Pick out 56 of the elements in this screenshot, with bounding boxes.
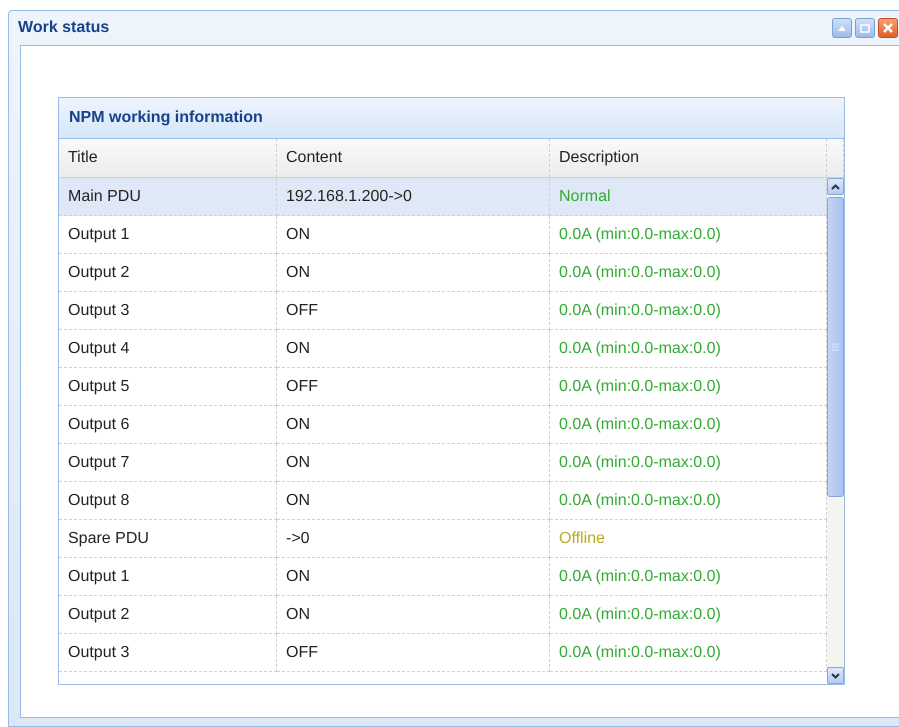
table-row[interactable]: Output 8 ON 0.0A (min:0.0-max:0.0) — [59, 482, 827, 520]
table-row[interactable]: Output 6 ON 0.0A (min:0.0-max:0.0) — [59, 406, 827, 444]
column-header[interactable]: Title — [59, 139, 277, 177]
table-cell: ON — [277, 406, 550, 444]
table-cell: Output 1 — [59, 216, 277, 254]
table-cell: Spare PDU — [59, 520, 277, 558]
table-cell: ->0 — [277, 520, 550, 558]
table-cell: OFF — [277, 634, 550, 672]
panel-title: NPM working information — [59, 98, 844, 139]
close-button[interactable] — [878, 18, 898, 38]
table-cell: ON — [277, 444, 550, 482]
table-cell: ON — [277, 482, 550, 520]
table-row[interactable]: Output 4 ON 0.0A (min:0.0-max:0.0) — [59, 330, 827, 368]
table-cell: ON — [277, 558, 550, 596]
column-header[interactable]: Description — [550, 139, 827, 177]
table-row[interactable]: Main PDU 192.168.1.200->0 Normal — [59, 178, 827, 216]
caret-up-icon — [837, 24, 847, 32]
table-cell: OFF — [277, 292, 550, 330]
maximize-button[interactable] — [855, 18, 875, 38]
table-cell: Output 6 — [59, 406, 277, 444]
scroll-up-button[interactable] — [827, 178, 844, 195]
column-header[interactable]: Content — [277, 139, 550, 177]
table-row[interactable]: Output 1 ON 0.0A (min:0.0-max:0.0) — [59, 558, 827, 596]
table-row[interactable]: Output 3 OFF 0.0A (min:0.0-max:0.0) — [59, 292, 827, 330]
table-cell: ON — [277, 330, 550, 368]
window-title: Work status — [18, 19, 110, 37]
table-row[interactable]: Output 5 OFF 0.0A (min:0.0-max:0.0) — [59, 368, 827, 406]
table-cell: Output 3 — [59, 634, 277, 672]
table-cell: Main PDU — [59, 178, 277, 216]
collapse-button[interactable] — [832, 18, 852, 38]
table-cell: Output 7 — [59, 444, 277, 482]
table-cell: Output 3 — [59, 292, 277, 330]
close-icon — [883, 23, 893, 33]
table-cell: OFF — [277, 368, 550, 406]
chevron-down-icon — [831, 672, 840, 678]
table-cell: ON — [277, 216, 550, 254]
table-row[interactable]: Spare PDU ->0 Offline — [59, 520, 827, 558]
table-row[interactable]: Output 2 ON 0.0A (min:0.0-max:0.0) — [59, 596, 827, 634]
table-row[interactable]: Output 7 ON 0.0A (min:0.0-max:0.0) — [59, 444, 827, 482]
square-icon — [860, 24, 870, 32]
table-cell: Output 5 — [59, 368, 277, 406]
scrollbar-thumb[interactable] — [827, 197, 844, 497]
table-cell: Output 1 — [59, 558, 277, 596]
table-cell: ON — [277, 254, 550, 292]
table-row[interactable]: Output 3 OFF 0.0A (min:0.0-max:0.0) — [59, 634, 827, 672]
table-cell: 192.168.1.200->0 — [277, 178, 550, 216]
chevron-up-icon — [831, 184, 840, 190]
table-cell: Output 2 — [59, 596, 277, 634]
table-cell: ON — [277, 596, 550, 634]
grip-icon — [832, 343, 839, 351]
table-row[interactable]: Output 2 ON 0.0A (min:0.0-max:0.0) — [59, 254, 827, 292]
scroll-down-button[interactable] — [827, 667, 844, 684]
table-cell: Output 8 — [59, 482, 277, 520]
table-cell: Output 2 — [59, 254, 277, 292]
table-cell: Output 4 — [59, 330, 277, 368]
table-row[interactable]: Output 1 ON 0.0A (min:0.0-max:0.0) — [59, 216, 827, 254]
